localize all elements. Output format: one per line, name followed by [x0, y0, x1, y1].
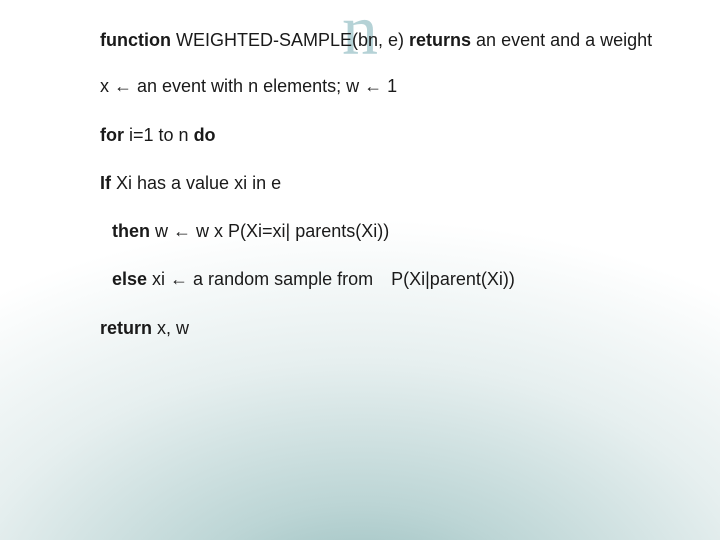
kw-do: do	[194, 125, 216, 145]
func-name: WEIGHTED-SAMPLE(bn, e)	[171, 30, 409, 50]
kw-for: for	[100, 125, 124, 145]
else-tail: P(Xi|parent(Xi))	[391, 269, 515, 289]
else-mid: xi ← a random sample from	[147, 269, 373, 289]
kw-returns: returns	[409, 30, 471, 50]
then-rest: w ← w x P(Xi=xi| parents(Xi))	[150, 221, 389, 241]
return-line: return x, w	[100, 316, 666, 340]
return-rest: x, w	[152, 318, 189, 338]
kw-return: return	[100, 318, 152, 338]
kw-else: else	[112, 269, 147, 289]
else-line: else xi ← a random sample from P(Xi|paren…	[100, 267, 666, 291]
slide-body: function WEIGHTED-SAMPLE(bn, e) returns …	[0, 0, 720, 340]
kw-then: then	[112, 221, 150, 241]
for-mid: i=1 to n	[124, 125, 194, 145]
if-rest: Xi has a value xi in e	[111, 173, 281, 193]
sig-tail: an event and a weight	[471, 30, 652, 50]
kw-function: function	[100, 30, 171, 50]
then-line: then w ← w x P(Xi=xi| parents(Xi))	[100, 219, 666, 243]
function-signature: function WEIGHTED-SAMPLE(bn, e) returns …	[100, 28, 666, 52]
init-line: x ← an event with n elements; w ← 1	[100, 74, 666, 98]
if-line: If Xi has a value xi in e	[100, 171, 666, 195]
kw-if: If	[100, 173, 111, 193]
for-line: for i=1 to n do	[100, 123, 666, 147]
